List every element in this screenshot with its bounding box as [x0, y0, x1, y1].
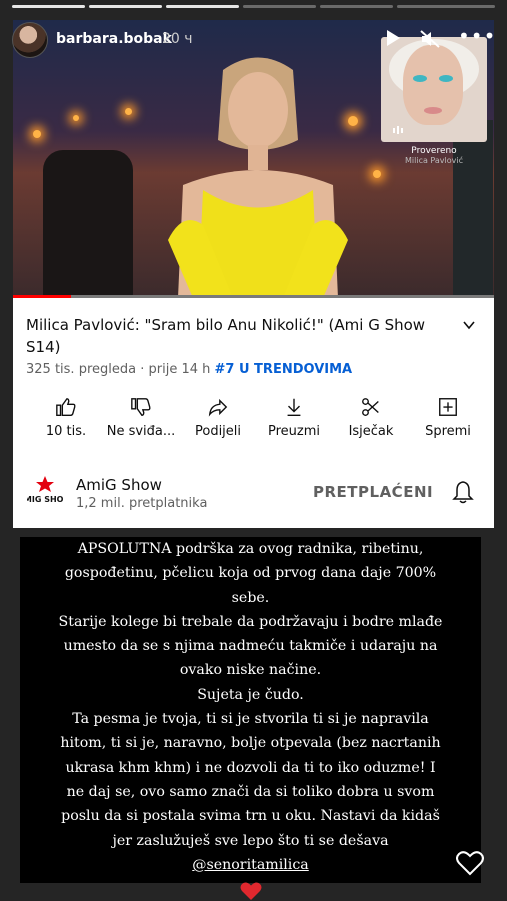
stage-light [125, 108, 132, 115]
story-text: APSOLUTNA podrška za ovog radnika, ribet… [20, 537, 481, 901]
story-text-line: umesto da se s njima nadmeću takmiče i u… [63, 638, 438, 655]
overlay-caption-artist: Milica Pavlović [405, 156, 463, 165]
clip-label: Isječak [348, 424, 394, 439]
save-button[interactable]: Spremi [408, 396, 488, 439]
progress-segment [397, 5, 495, 8]
save-label: Spremi [425, 424, 471, 439]
scissors-icon [362, 398, 379, 416]
stage-light [33, 130, 41, 138]
progress-segment [320, 5, 393, 8]
add-to-playlist-icon [439, 398, 457, 416]
thumbnail-eye [413, 75, 427, 82]
audio-bars-icon [393, 126, 403, 134]
story-text-line: poslu da si postala svima trn u oku. Nas… [61, 808, 440, 825]
video-meta: 325 tis. pregleda · prije 14 h #7 U TREN… [26, 362, 352, 377]
story-text-line: gospođetinu, pčelicu koja od prvog dana … [64, 565, 437, 582]
play-icon[interactable] [387, 30, 400, 46]
share-icon [208, 398, 228, 417]
mention-link[interactable]: @senoritamilica [192, 857, 309, 873]
story-timestamp: 20 ч [162, 31, 193, 47]
video-seek-bar[interactable] [13, 295, 494, 298]
seek-bar-progress [13, 295, 71, 298]
story-text-line: ukrasa khm khm) i ne dozvoli da ti to ik… [65, 759, 436, 776]
share-button[interactable]: Podijeli [178, 396, 258, 439]
channel-row: AMIG SHOW AmiG Show 1,2 mil. pretplatnik… [13, 468, 494, 524]
channel-name[interactable]: AmiG Show [76, 476, 162, 494]
dislike-button[interactable]: Ne sviđa... [101, 396, 181, 439]
story-progress [12, 5, 495, 8]
overlay-caption: Provereno Milica Pavlović [381, 146, 487, 166]
guest-figure [168, 57, 348, 298]
story-username[interactable]: barbara.bobak [56, 31, 172, 47]
thumbnail-lips [424, 107, 442, 114]
meta-separator: · [140, 362, 149, 377]
thumbs-up-icon [56, 398, 76, 416]
channel-logo[interactable]: AMIG SHOW [27, 474, 63, 514]
story-text-line: Sujeta je čudo. [197, 686, 304, 703]
share-label: Podijeli [194, 424, 242, 439]
download-label: Preuzmi [267, 424, 320, 439]
mention-line: @senoritamilica [20, 853, 481, 877]
like-button[interactable]: 10 tis. [26, 396, 106, 439]
story-text-line: jer zaslužuješ sve lepo što ti se dešava [112, 832, 389, 849]
subscribed-button[interactable]: PRETPLAĆENI [313, 483, 433, 501]
story-text-line: APSOLUTNA podrška za ovog radnika, ribet… [77, 541, 424, 557]
story-text-line: Ta pesma je tvoja, ti si je stvorila ti … [72, 711, 429, 728]
story-text-line: hitom, ti si je, naravno, bolje otpevala… [60, 735, 441, 752]
progress-segment [12, 5, 85, 8]
more-options-icon[interactable]: ••• [458, 26, 496, 46]
thumbnail-eye [439, 75, 453, 82]
chevron-down-icon[interactable] [462, 318, 476, 332]
overlay-caption-title: Provereno [411, 146, 457, 156]
avatar[interactable] [12, 22, 48, 58]
clip-button[interactable]: Isječak [331, 396, 411, 439]
stage-light [73, 115, 79, 121]
logo-text-top: AMIG SHOW [27, 495, 63, 504]
story-text-line: ovako niske načine. [179, 662, 322, 679]
story-text-line: Starije kolege bi trebale da podržavaju … [58, 613, 443, 630]
story-text-box: APSOLUTNA podrška za ovog radnika, ribet… [20, 537, 481, 901]
stage-light [373, 170, 381, 178]
download-button[interactable]: Preuzmi [254, 396, 334, 439]
bell-icon[interactable] [452, 480, 474, 504]
story-text-line: sebe. [231, 589, 270, 606]
story-header: barbara.bobak 20 ч ••• [12, 22, 495, 62]
progress-segment [89, 5, 162, 8]
youtube-screenshot-card: Provereno Milica Pavlović Milica Pavlovi… [13, 20, 494, 528]
red-heart-emoji-icon [240, 882, 261, 901]
thumbs-down-icon [131, 398, 151, 416]
upload-age: prije 14 h [148, 362, 211, 377]
progress-segment [243, 5, 316, 8]
view-count: 325 tis. pregleda [26, 362, 137, 377]
dislike-label: Ne sviđa... [106, 424, 176, 439]
video-title[interactable]: Milica Pavlović: "Sram bilo Anu Nikolić!… [26, 314, 456, 358]
story-text-line: ne daj se, ovo samo znači da si toliko d… [66, 783, 435, 800]
like-count: 10 tis. [45, 424, 87, 439]
download-icon [287, 398, 301, 416]
subscriber-count: 1,2 mil. pretplatnika [76, 496, 208, 511]
mute-icon[interactable] [420, 30, 440, 48]
progress-segment [166, 5, 239, 8]
trending-badge[interactable]: #7 U TRENDOVIMA [215, 362, 353, 377]
jacket-on-stand [43, 150, 133, 298]
heart-like-icon[interactable] [456, 850, 484, 876]
action-bar: 10 tis. Ne sviđa... Podijeli Preuzmi Isj… [13, 396, 494, 452]
